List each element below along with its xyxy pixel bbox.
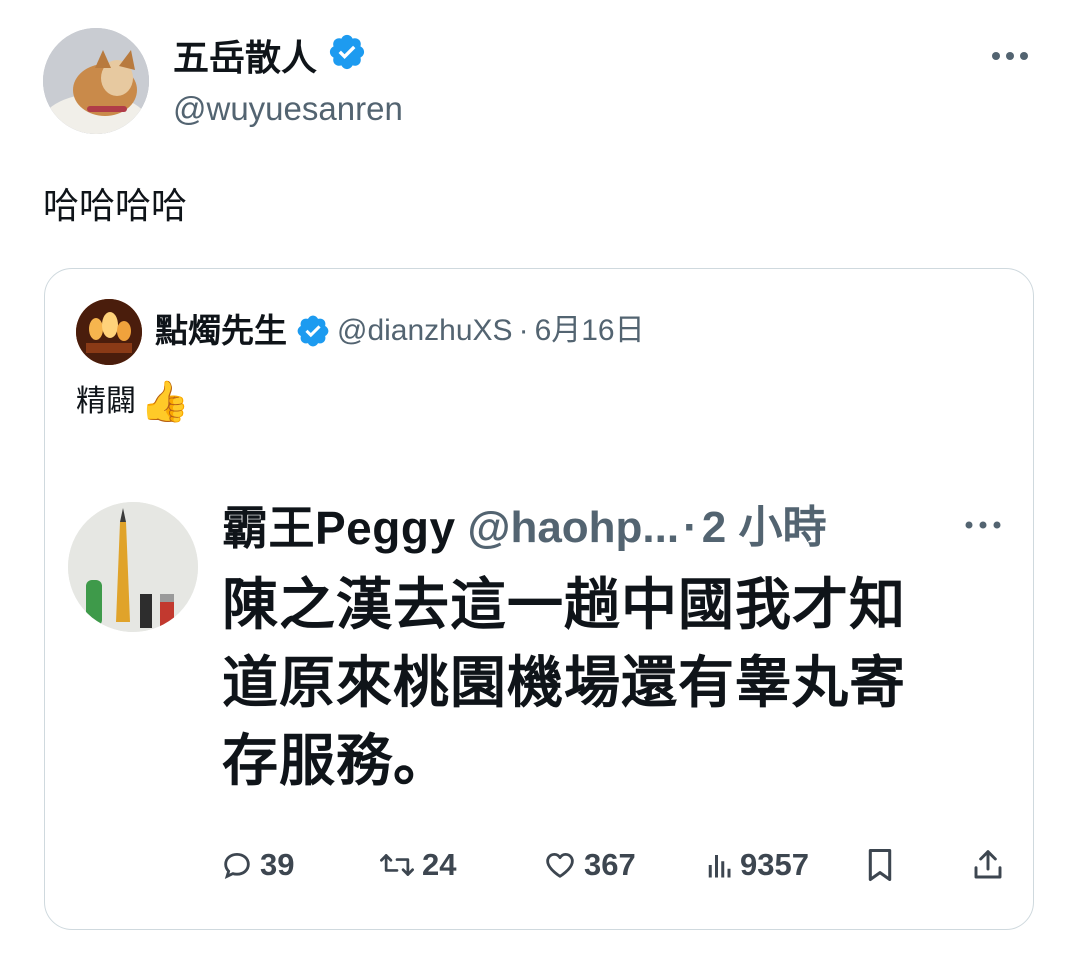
like-count: 367 — [584, 847, 636, 882]
separator-dot: · — [683, 503, 698, 552]
embedded-author-avatar — [68, 502, 198, 632]
author-name[interactable]: 五岳散人 — [173, 35, 317, 81]
bookmark-icon — [866, 847, 894, 883]
separator-dot: · — [518, 314, 529, 347]
bookmark-button — [866, 842, 894, 888]
verified-badge-icon — [295, 313, 331, 349]
embedded-tweet-line: 陳之漢去這一趟中國我才知 — [222, 573, 906, 636]
tweet-text: 哈哈哈哈 — [43, 185, 188, 226]
retweet-count: 24 — [422, 847, 457, 882]
like-button: 367 — [542, 842, 636, 888]
views-button: 9357 — [706, 842, 809, 888]
embedded-author-name: 霸王Peggy — [222, 502, 456, 554]
author-avatar[interactable] — [43, 28, 149, 134]
share-icon — [972, 847, 1004, 883]
quoted-author-handle[interactable]: @dianzhuXS — [337, 309, 513, 353]
author-handle[interactable]: @wuyuesanren — [173, 88, 403, 130]
quoted-author-avatar[interactable] — [76, 299, 142, 365]
embedded-tweet-line: 道原來桃園機場還有睾丸寄 — [222, 651, 906, 714]
quoted-author-name[interactable]: 點燭先生 — [155, 309, 287, 353]
embedded-tweet-header: 霸王Peggy @haohp... · 2 小時 — [222, 500, 826, 556]
embedded-tweet-body: 陳之漢去這一趟中國我才知 道原來桃園機場還有睾丸寄 存服務。 — [222, 566, 992, 800]
retweet-button: 24 — [378, 842, 456, 888]
reply-button: 39 — [220, 842, 294, 888]
views-count: 9357 — [740, 847, 809, 882]
quoted-tweet-date[interactable]: 6月16日 — [535, 309, 645, 353]
embedded-tweet-line: 存服務。 — [222, 729, 450, 792]
like-icon — [542, 848, 578, 882]
quoted-text: 精闢 — [76, 385, 136, 418]
quoted-tweet-text: 精闢 👍 — [76, 380, 190, 424]
share-button — [972, 842, 1004, 888]
author-name-row: 五岳散人 — [173, 32, 367, 83]
embedded-tweet-time: 2 小時 — [701, 503, 827, 552]
views-icon — [706, 850, 734, 880]
retweet-icon — [378, 848, 416, 882]
reply-icon — [220, 848, 254, 882]
more-options-icon — [960, 510, 1006, 540]
verified-badge-icon — [327, 32, 367, 83]
reply-count: 39 — [260, 847, 295, 882]
thumbs-up-emoji: 👍 — [140, 380, 190, 424]
quoted-tweet-header: 點燭先生 @dianzhuXS · 6月16日 — [155, 309, 645, 353]
more-options-icon[interactable] — [986, 40, 1034, 72]
embedded-author-handle: @haohp... — [467, 503, 680, 552]
